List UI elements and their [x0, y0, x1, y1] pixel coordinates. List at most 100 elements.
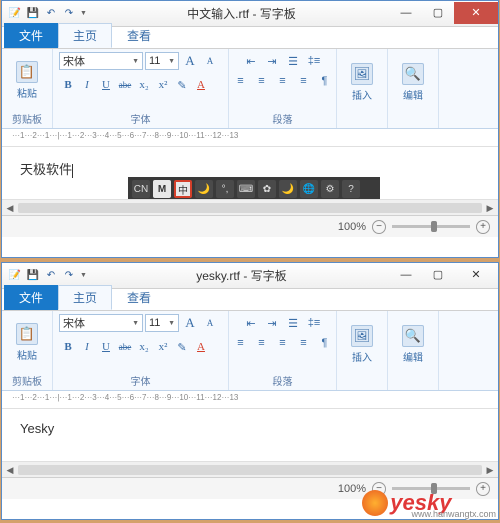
- save-icon[interactable]: 💾: [26, 7, 40, 21]
- group-clipboard: 📋粘贴 剪贴板: [2, 311, 53, 390]
- align-left-button[interactable]: ≡: [231, 334, 251, 352]
- scroll-left-icon[interactable]: ◀: [2, 200, 18, 216]
- horizontal-scrollbar[interactable]: ◀ ▶: [2, 199, 498, 215]
- paragraph-dialog-button[interactable]: ¶: [315, 72, 335, 90]
- grow-font-button[interactable]: A: [181, 52, 199, 70]
- ime-option-icon[interactable]: ✿: [258, 180, 276, 198]
- subscript-button[interactable]: x₂: [135, 76, 153, 94]
- edit-button[interactable]: 🔍编辑: [394, 323, 432, 366]
- save-icon[interactable]: 💾: [26, 269, 40, 283]
- ime-moon-icon[interactable]: 🌙: [195, 180, 213, 198]
- zoom-slider[interactable]: [392, 225, 470, 228]
- paste-button[interactable]: 📋粘贴: [8, 59, 46, 102]
- redo-icon[interactable]: ↷: [62, 269, 76, 283]
- shrink-font-button[interactable]: A: [201, 314, 219, 332]
- ime-toolbar[interactable]: CN M 中 🌙 °, ⌨ ✿ 🌙 🌐 ⚙ ?: [128, 177, 380, 201]
- ime-keyboard-icon[interactable]: ⌨: [237, 180, 255, 198]
- undo-icon[interactable]: ↶: [44, 269, 58, 283]
- highlight-button[interactable]: ✎: [173, 338, 191, 356]
- tab-file[interactable]: 文件: [4, 285, 58, 310]
- maximize-button[interactable]: ▢: [422, 2, 454, 24]
- strike-button[interactable]: abe: [116, 338, 134, 356]
- italic-button[interactable]: I: [78, 76, 96, 94]
- bullets-button[interactable]: ☰: [283, 314, 303, 332]
- zoom-slider[interactable]: [392, 487, 470, 490]
- redo-icon[interactable]: ↷: [62, 7, 76, 21]
- minimize-button[interactable]: —: [390, 2, 422, 24]
- superscript-button[interactable]: x²: [154, 338, 172, 356]
- undo-icon[interactable]: ↶: [44, 7, 58, 21]
- ime-mode-button[interactable]: M: [153, 180, 171, 198]
- paragraph-dialog-button[interactable]: ¶: [315, 334, 335, 352]
- ime-moon2-icon[interactable]: 🌙: [279, 180, 297, 198]
- align-center-button[interactable]: ≡: [252, 72, 272, 90]
- line-spacing-button[interactable]: ‡≡: [304, 314, 324, 332]
- highlight-button[interactable]: ✎: [173, 76, 191, 94]
- italic-button[interactable]: I: [78, 338, 96, 356]
- font-size-select[interactable]: 11▼: [145, 314, 179, 332]
- ime-chinese-button[interactable]: 中: [174, 180, 192, 198]
- increase-indent-button[interactable]: ⇥: [262, 52, 282, 70]
- insert-button[interactable]: 🖼插入: [343, 323, 381, 366]
- document-area[interactable]: Yesky: [2, 409, 498, 461]
- justify-button[interactable]: ≡: [294, 334, 314, 352]
- zoom-out-button[interactable]: −: [372, 482, 386, 496]
- font-color-button[interactable]: A: [192, 338, 210, 356]
- tab-view[interactable]: 查看: [112, 285, 166, 310]
- zoom-in-button[interactable]: +: [476, 220, 490, 234]
- ime-lang-button[interactable]: CN: [132, 180, 150, 198]
- scroll-left-icon[interactable]: ◀: [2, 462, 18, 478]
- minimize-button[interactable]: —: [390, 264, 422, 286]
- font-color-button[interactable]: A: [192, 76, 210, 94]
- justify-button[interactable]: ≡: [294, 72, 314, 90]
- underline-button[interactable]: U: [97, 76, 115, 94]
- close-button[interactable]: ✕: [454, 2, 498, 24]
- scroll-right-icon[interactable]: ▶: [482, 200, 498, 216]
- ime-settings-icon[interactable]: ⚙: [321, 180, 339, 198]
- ruler[interactable]: ···1···2···1···|···1···2···3···4···5···6…: [2, 129, 498, 147]
- grow-font-button[interactable]: A: [181, 314, 199, 332]
- horizontal-scrollbar[interactable]: ◀ ▶: [2, 461, 498, 477]
- ruler[interactable]: ···1···2···1···|···1···2···3···4···5···6…: [2, 391, 498, 409]
- qat-dropdown-icon[interactable]: ▼: [80, 272, 87, 279]
- maximize-button[interactable]: ▢: [422, 264, 454, 286]
- bullets-button[interactable]: ☰: [283, 52, 303, 70]
- bold-button[interactable]: B: [59, 76, 77, 94]
- decrease-indent-button[interactable]: ⇤: [241, 52, 261, 70]
- strike-button[interactable]: abe: [116, 76, 134, 94]
- tab-view[interactable]: 查看: [112, 23, 166, 48]
- font-name-select[interactable]: 宋体▼: [59, 314, 143, 332]
- align-right-button[interactable]: ≡: [273, 72, 293, 90]
- zoom-out-button[interactable]: −: [372, 220, 386, 234]
- bold-button[interactable]: B: [59, 338, 77, 356]
- qat-dropdown-icon[interactable]: ▼: [80, 10, 87, 17]
- line-spacing-button[interactable]: ‡≡: [304, 52, 324, 70]
- scroll-right-icon[interactable]: ▶: [482, 462, 498, 478]
- align-left-button[interactable]: ≡: [231, 72, 251, 90]
- font-name-select[interactable]: 宋体▼: [59, 52, 143, 70]
- tab-home[interactable]: 主页: [58, 285, 112, 310]
- ime-globe-icon[interactable]: 🌐: [300, 180, 318, 198]
- align-right-button[interactable]: ≡: [273, 334, 293, 352]
- font-size-select[interactable]: 11▼: [145, 52, 179, 70]
- paste-button[interactable]: 📋粘贴: [8, 321, 46, 364]
- tab-file[interactable]: 文件: [4, 23, 58, 48]
- decrease-indent-button[interactable]: ⇤: [241, 314, 261, 332]
- increase-indent-button[interactable]: ⇥: [262, 314, 282, 332]
- subscript-button[interactable]: x₂: [135, 338, 153, 356]
- close-button[interactable]: ✕: [454, 264, 498, 286]
- superscript-button[interactable]: x²: [154, 76, 172, 94]
- shrink-font-button[interactable]: A: [201, 52, 219, 70]
- group-insert: 🖼插入: [337, 49, 388, 128]
- tab-home[interactable]: 主页: [58, 23, 112, 48]
- ime-help-icon[interactable]: ?: [342, 180, 360, 198]
- zoom-in-button[interactable]: +: [476, 482, 490, 496]
- insert-button[interactable]: 🖼插入: [343, 61, 381, 104]
- edit-button[interactable]: 🔍编辑: [394, 61, 432, 104]
- ime-punct-button[interactable]: °,: [216, 180, 234, 198]
- underline-button[interactable]: U: [97, 338, 115, 356]
- document-area[interactable]: 天极软件 CN M 中 🌙 °, ⌨ ✿ 🌙 🌐 ⚙ ?: [2, 147, 498, 199]
- group-paragraph: ⇤ ⇥ ☰ ‡≡ ≡ ≡ ≡ ≡ ¶ 段落: [229, 49, 337, 128]
- align-center-button[interactable]: ≡: [252, 334, 272, 352]
- app-icon: 📝: [8, 7, 22, 21]
